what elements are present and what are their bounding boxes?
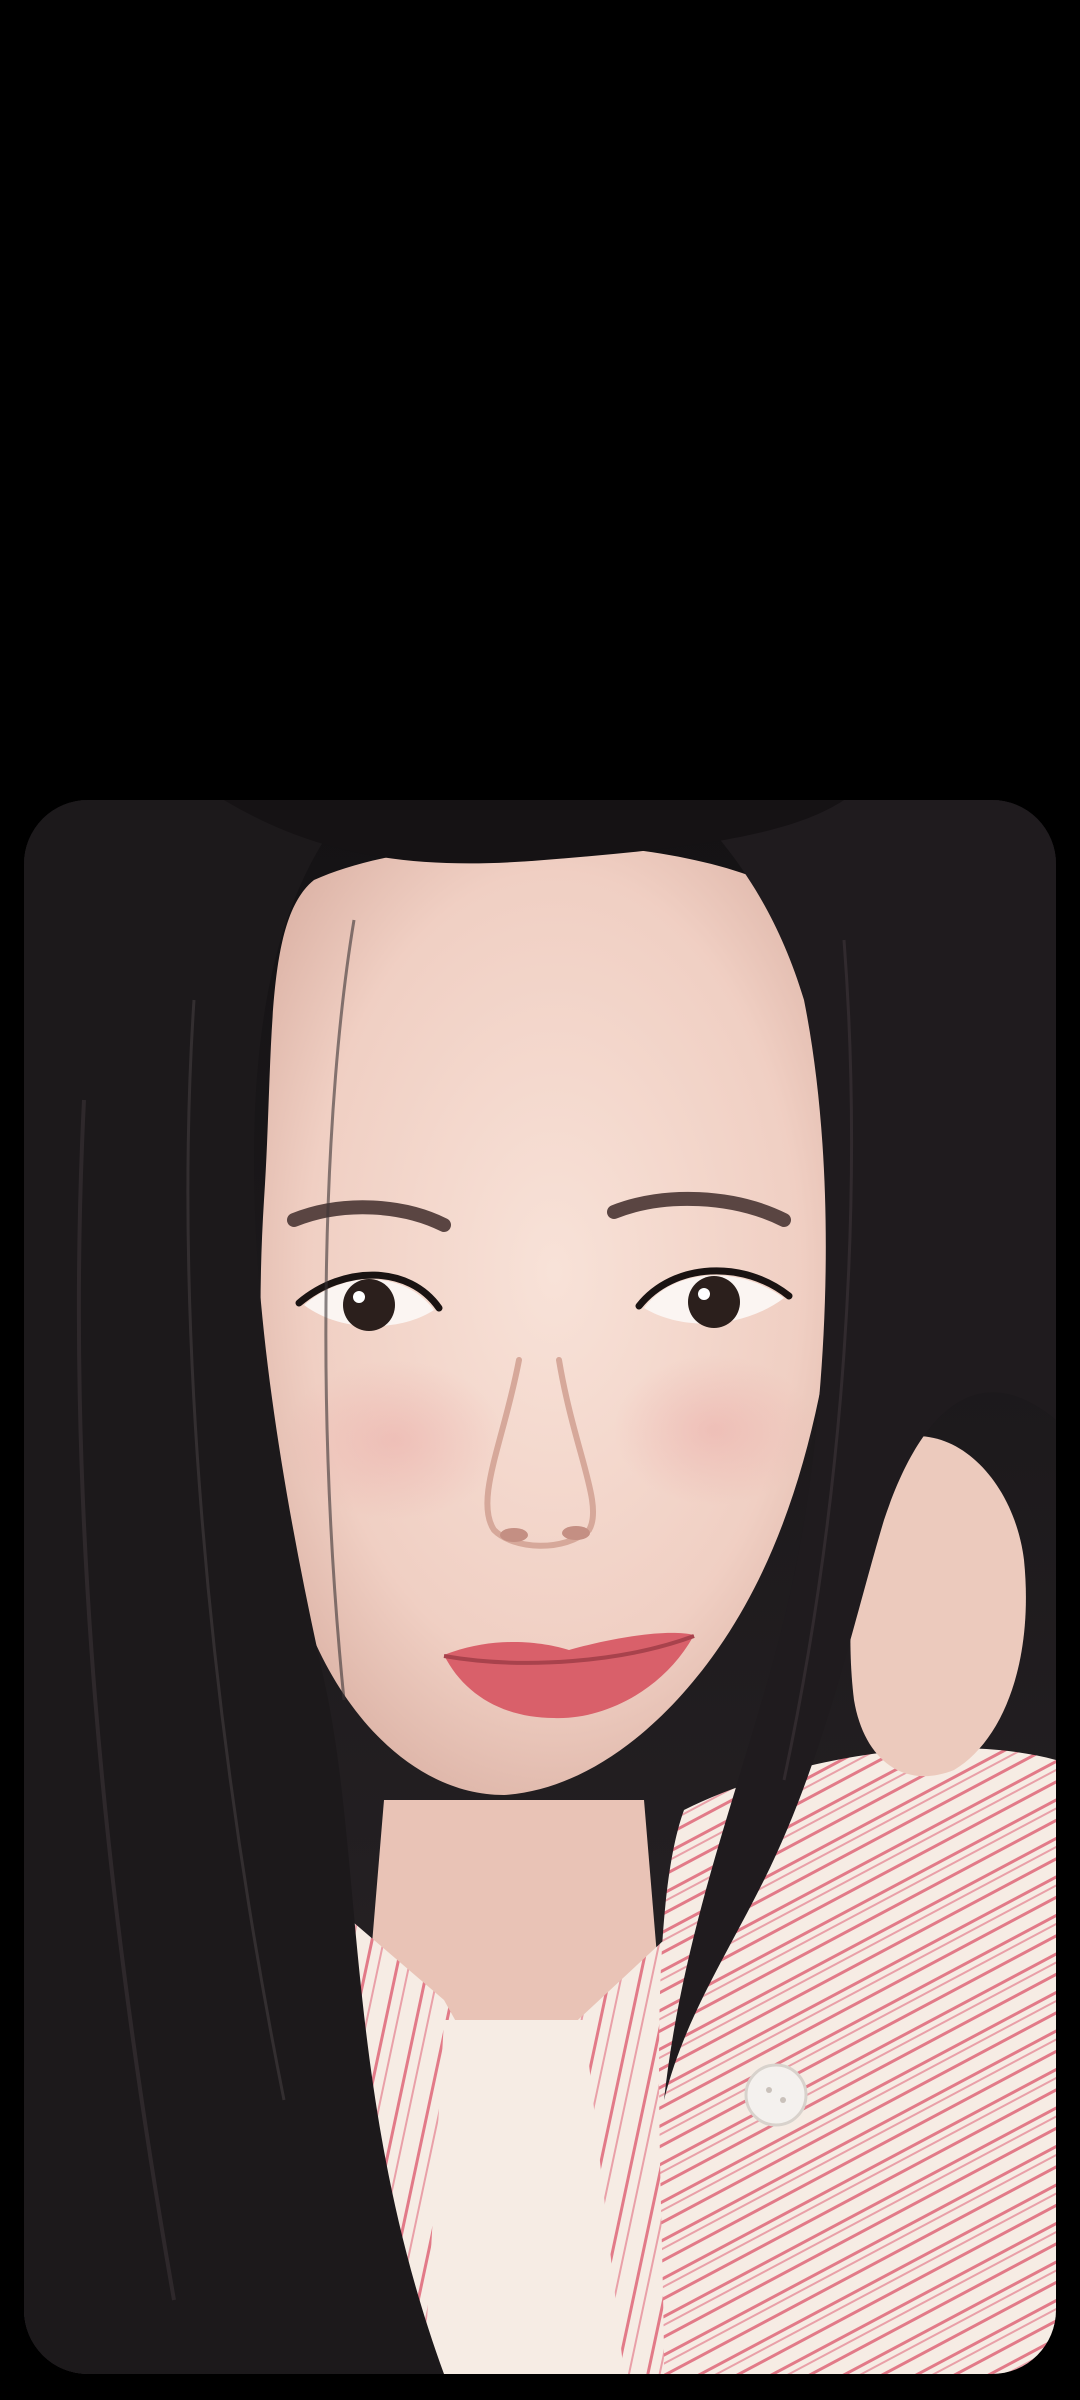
photo-card[interactable] [24, 800, 1056, 2374]
photo-viewer-screen [0, 0, 1080, 2400]
shirt-button [744, 2063, 808, 2127]
shirt-sleeve [659, 1748, 1056, 2374]
portrait-photo [24, 800, 1056, 2374]
